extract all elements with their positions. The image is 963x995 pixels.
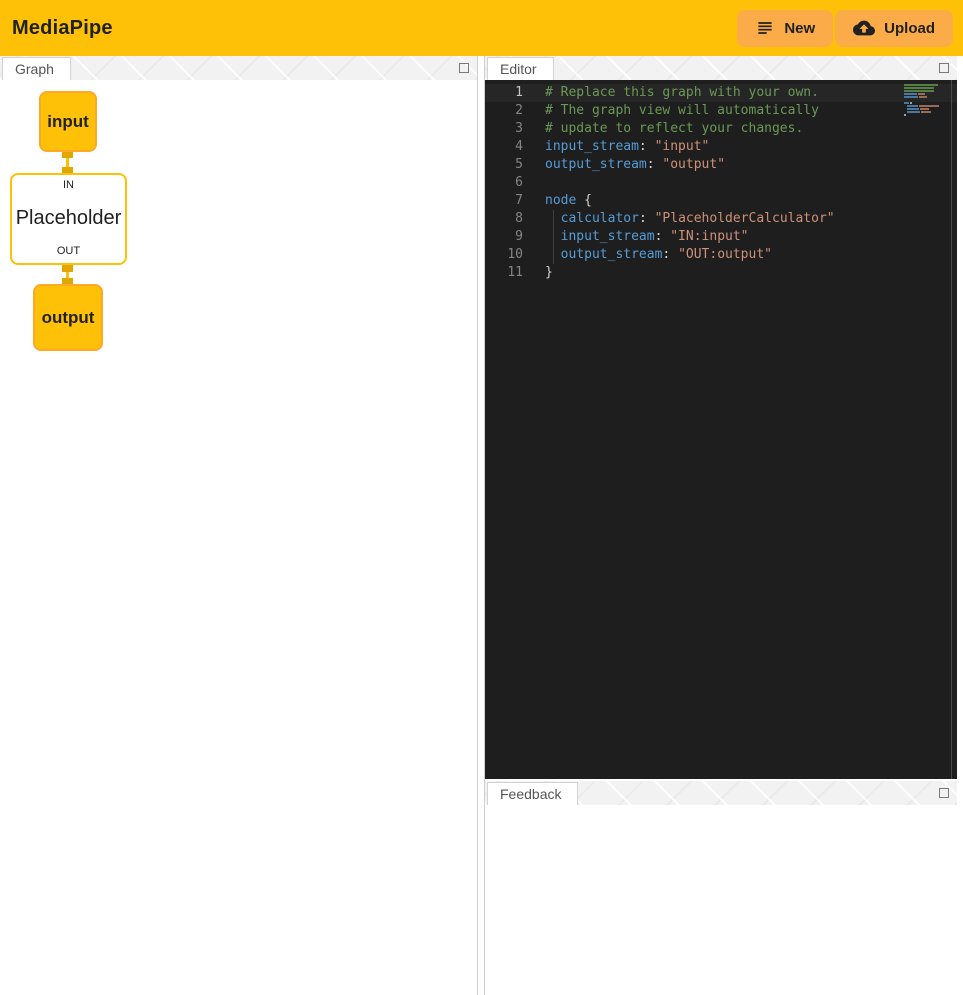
- out-port-label: OUT: [57, 245, 80, 257]
- code-line[interactable]: 3# update to reflect your changes.: [485, 120, 957, 138]
- tab-feedback[interactable]: Feedback: [487, 782, 578, 805]
- upload-button-label: Upload: [884, 20, 935, 37]
- tab-graph-label: Graph: [15, 61, 54, 77]
- code-line[interactable]: 1# Replace this graph with your own.: [485, 84, 957, 102]
- placeholder-node-label: Placeholder: [16, 207, 122, 230]
- line-number: 8: [485, 210, 523, 228]
- line-number: 6: [485, 174, 523, 192]
- code-line[interactable]: 11}: [485, 264, 957, 282]
- code-line[interactable]: 6: [485, 174, 957, 192]
- code-editor[interactable]: 1# Replace this graph with your own.2# T…: [485, 80, 957, 779]
- code-line[interactable]: 5output_stream: "output": [485, 156, 957, 174]
- tab-feedback-label: Feedback: [500, 786, 561, 802]
- upload-button[interactable]: Upload: [835, 10, 953, 47]
- line-number: 4: [485, 138, 523, 156]
- feedback-content: [485, 805, 957, 995]
- minimap[interactable]: [904, 84, 942, 117]
- code-lines: 1# Replace this graph with your own.2# T…: [485, 80, 957, 282]
- subject-icon: [755, 18, 775, 38]
- line-number: 11: [485, 264, 523, 282]
- cloud-upload-icon: [853, 17, 875, 39]
- line-number: 1: [485, 84, 523, 102]
- code-line[interactable]: 2# The graph view will automatically: [485, 102, 957, 120]
- tab-graph[interactable]: Graph: [2, 57, 71, 80]
- right-column: Editor 1# Replace this graph with your o…: [484, 56, 957, 995]
- graph-node-input[interactable]: input: [39, 91, 97, 152]
- input-node-label: input: [47, 112, 89, 132]
- feedback-tabstrip: Feedback: [485, 781, 957, 805]
- editor-ruler: [951, 80, 952, 779]
- graph-canvas[interactable]: input IN Placeholder OUT output: [0, 80, 477, 995]
- tab-editor[interactable]: Editor: [487, 57, 554, 80]
- line-number: 2: [485, 102, 523, 120]
- line-number: 7: [485, 192, 523, 210]
- new-button-label: New: [784, 20, 815, 37]
- tab-editor-label: Editor: [500, 61, 537, 77]
- code-line[interactable]: 7node {: [485, 192, 957, 210]
- maximize-icon[interactable]: [939, 788, 949, 798]
- graph-node-placeholder[interactable]: IN Placeholder OUT: [10, 173, 127, 265]
- new-button[interactable]: New: [737, 10, 833, 47]
- line-number: 9: [485, 228, 523, 246]
- maximize-icon[interactable]: [939, 63, 949, 73]
- line-number: 5: [485, 156, 523, 174]
- in-port-label: IN: [63, 179, 74, 191]
- code-line[interactable]: 10 output_stream: "OUT:output": [485, 246, 957, 264]
- main-layout: Graph input IN Placeholder OUT: [0, 56, 963, 995]
- code-line[interactable]: 4input_stream: "input": [485, 138, 957, 156]
- code-line[interactable]: 8 calculator: "PlaceholderCalculator": [485, 210, 957, 228]
- editor-panel: Editor 1# Replace this graph with your o…: [485, 56, 957, 779]
- graph-tabstrip: Graph: [0, 56, 477, 80]
- graph-node-output[interactable]: output: [33, 284, 103, 351]
- line-number: 3: [485, 120, 523, 138]
- code-line[interactable]: 9 input_stream: "IN:input": [485, 228, 957, 246]
- app-title: MediaPipe: [12, 17, 113, 40]
- editor-tabstrip: Editor: [485, 56, 957, 80]
- app-header: MediaPipe New Upload: [0, 0, 963, 56]
- feedback-panel: Feedback: [485, 781, 957, 995]
- graph-panel: Graph input IN Placeholder OUT: [0, 56, 478, 995]
- header-actions: New Upload: [737, 10, 953, 47]
- output-node-label: output: [42, 308, 95, 328]
- line-number: 10: [485, 246, 523, 264]
- maximize-icon[interactable]: [459, 63, 469, 73]
